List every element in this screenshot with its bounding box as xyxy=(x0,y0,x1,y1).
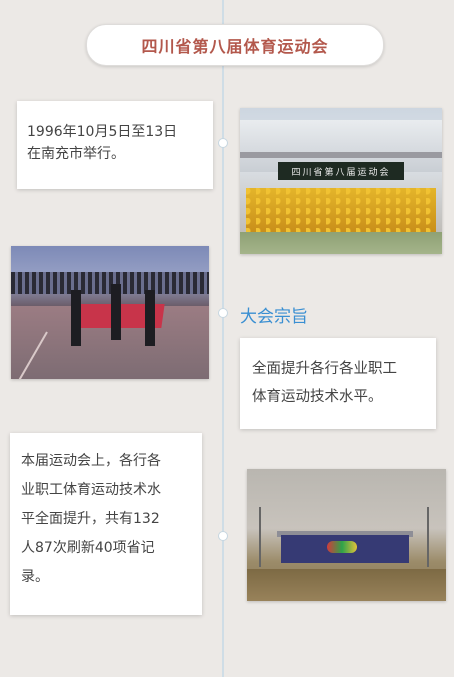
light-pole xyxy=(259,507,261,567)
stadium-photo xyxy=(247,469,446,601)
timeline-line xyxy=(222,0,224,677)
games-banner-text: 四川省第八届运动会 xyxy=(291,167,391,178)
spectator-crowd xyxy=(11,272,209,294)
timeline-node-2 xyxy=(218,308,228,318)
event-date-line-1: 1996年10月5日至13日 xyxy=(27,124,178,140)
grandstand-roof xyxy=(240,152,442,158)
purpose-line-1: 全面提升各行各业职工 xyxy=(252,361,397,377)
flag-bearer xyxy=(145,290,155,346)
purpose-line-2: 体育运动技术水平。 xyxy=(252,389,383,405)
games-banner: 四川省第八届运动会 xyxy=(278,162,404,180)
records-line-5: 录。 xyxy=(21,569,49,585)
records-line-4: 人87次刷新40项省记 xyxy=(21,540,155,556)
stadium-field xyxy=(247,569,446,601)
timeline-node-3 xyxy=(218,531,228,541)
light-pole xyxy=(427,507,429,567)
page-title-text: 四川省第八届体育运动会 xyxy=(141,37,329,56)
records-line-1: 本届运动会上，各行各 xyxy=(21,453,161,469)
flag-bearer xyxy=(111,284,121,340)
field-ground xyxy=(240,232,442,254)
section-heading-purpose: 大会宗旨 xyxy=(240,307,308,327)
flag-bearer xyxy=(71,290,81,346)
athlete-group xyxy=(246,188,436,232)
purpose-card: 全面提升各行各业职工 体育运动技术水平。 xyxy=(240,338,436,429)
records-card: 本届运动会上，各行各 业职工体育运动技术水 平全面提升，共有132 人87次刷新… xyxy=(10,433,202,615)
records-line-3: 平全面提升，共有132 xyxy=(21,511,160,527)
event-date-line-2: 在南充市举行。 xyxy=(27,146,125,162)
flag-parade-photo xyxy=(11,246,209,379)
stadium-logo xyxy=(327,541,357,553)
timeline-node-1 xyxy=(218,138,228,148)
event-date-card: 1996年10月5日至13日 在南充市举行。 xyxy=(17,101,213,189)
group-photo: 四川省第八届运动会 xyxy=(240,108,442,254)
records-line-2: 业职工体育运动技术水 xyxy=(21,482,161,498)
page-title: 四川省第八届体育运动会 xyxy=(86,24,384,66)
